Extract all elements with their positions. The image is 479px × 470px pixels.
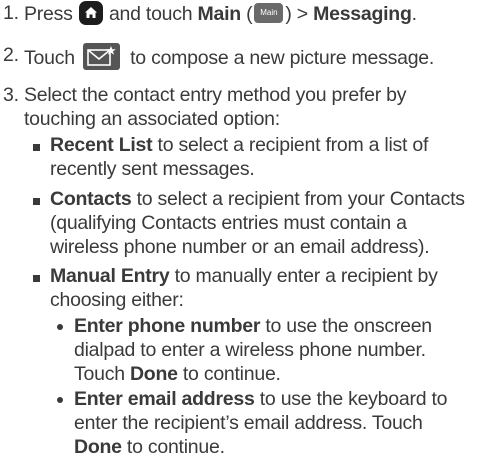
bullet-dot [57,324,63,330]
home-icon [78,1,103,25]
step-number: 2. [3,44,19,66]
text-line: Contacts to select a recipient from your… [50,187,477,211]
done-label: Done [129,363,178,385]
text-line: Recent List to select a recipient from a… [50,133,477,157]
instruction-document: 1. Press and touch Main (Main) > Messagi… [0,0,479,470]
choice-text: Touch [74,363,125,385]
option-manual-entry: Manual Entry to manually enter a recipie… [50,264,477,312]
step-text-part: and touch [108,3,198,25]
text-line: recently sent messages. [50,158,255,180]
bullet-square [33,275,40,282]
option-text: to select a recipient from a list of [157,134,429,156]
step-text-part: Press [24,3,73,25]
option-label: Manual Entry [50,265,170,287]
option-text: to select a recipient from your Contacts [136,188,465,210]
text-line: Enter email address to use the keyboard … [74,387,475,411]
choice-text: to continue. [182,363,281,385]
text-line: Manual Entry to manually enter a recipie… [50,264,477,288]
step-number: 1. [3,2,19,24]
paren-close: ) [285,3,292,25]
step-text: Touch to compose a new picture message. [24,43,477,70]
messaging-label: Messaging [313,3,412,25]
text-line: Touch Done to continue. [74,362,475,386]
choice-enter-email-address: Enter email address to use the keyboard … [74,387,475,459]
text-line: Enter phone number to use the onscreen [74,314,475,338]
text-line: Select the contact entry method you pref… [24,84,407,106]
bullet-square [33,198,40,205]
arrow: > [296,3,308,25]
period: . [411,3,417,25]
paren-open: ( [246,3,253,25]
option-text: to manually enter a recipient by [174,265,438,287]
choice-text: to continue. [126,436,225,458]
option-recent-list: Recent List to select a recipient from a… [50,133,477,181]
step-1: 1. Press and touch Main (Main) > Messagi… [0,1,479,25]
step-text-part: to compose a new picture message. [130,47,435,69]
step-2: 2. Touch to compose a new picture messag… [0,40,479,70]
main-icon-text: Main [260,8,278,17]
main-label: Main [197,3,242,25]
compose-message-icon [82,43,120,70]
step-number: 3. [3,84,19,106]
option-label: Contacts [50,188,132,210]
text-line: (qualifying Contacts entries must contai… [50,212,407,234]
text-line: dialpad to enter a wireless phone number… [74,339,426,361]
text-line: enter the recipient’s email address. Tou… [74,412,423,434]
step-text: Select the contact entry method you pref… [24,83,477,131]
text-line: Done to continue. [74,435,475,459]
choice-label: Enter phone number [74,315,261,337]
text-line: wireless phone number or an email addres… [50,236,430,258]
step-3: 3. Select the contact entry method you p… [0,83,479,133]
choice-label: Enter email address [74,388,255,410]
choice-text: to use the keyboard to [259,388,448,410]
option-contacts: Contacts to select a recipient from your… [50,187,477,259]
step-text-part: Touch [24,47,75,69]
bullet-square [33,144,40,151]
choice-enter-phone-number: Enter phone number to use the onscreen d… [74,314,475,386]
text-line: touching an associated option: [24,108,280,130]
main-menu-icon: Main [254,3,284,23]
text-line: choosing either: [50,289,184,311]
option-label: Recent List [50,134,153,156]
bullet-dot [57,397,63,403]
choice-text: to use the onscreen [265,315,432,337]
step-text: Press and touch Main (Main) > Messaging. [24,1,477,26]
done-label: Done [74,436,122,458]
